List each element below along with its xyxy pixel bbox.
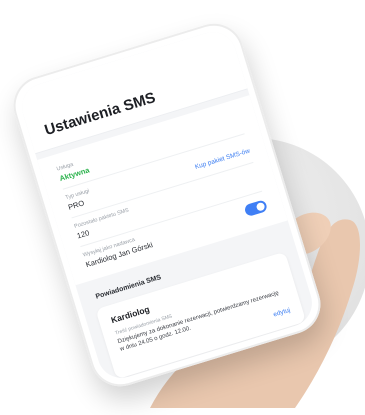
phone-frame: Ustawienia SMS Usługa Aktywna Typ usługi… [6,16,328,394]
phone-screen: Ustawienia SMS Usługa Aktywna Typ usługi… [16,26,318,384]
